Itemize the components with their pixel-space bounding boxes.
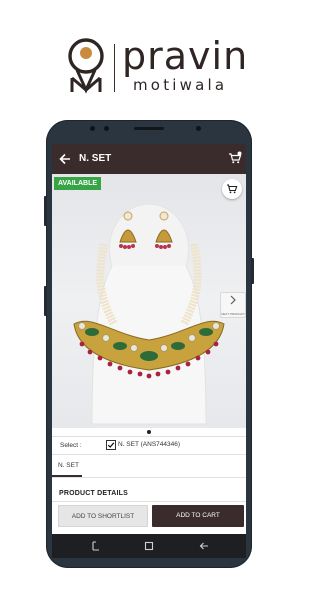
system-nav-bar [52,534,246,558]
image-pager-dot [147,430,151,434]
app-screen: N. SET AVAILABLE NEXT PRODUCT Select: N… [52,144,246,534]
app-bar: N. SET [52,144,246,174]
add-to-cart-fab[interactable] [222,179,242,199]
cart-icon[interactable] [228,151,242,165]
divider [52,501,246,502]
next-product-button[interactable]: NEXT PRODUCT [220,292,246,318]
add-to-shortlist-button[interactable]: ADD TO SHORTLIST [58,505,148,527]
phone-button [251,258,254,284]
brand-subtitle: motiwala [133,76,228,94]
chevron-right-icon [230,295,236,305]
brand-divider [114,44,115,92]
phone-sensor [196,126,201,131]
page-title: N. SET [79,153,112,164]
brand-header: pravin motiwala [0,0,300,112]
recent-apps-icon[interactable] [90,540,102,552]
necklace-set-image [73,203,225,425]
next-product-label: NEXT PRODUCT [221,312,245,316]
divider [52,477,246,478]
availability-badge: AVAILABLE [54,177,102,190]
divider [52,454,246,455]
add-to-cart-button[interactable]: ADD TO CART [152,505,244,527]
phone-button [44,286,47,316]
cart-icon [227,184,238,194]
divider [52,436,246,437]
phone-sensor [104,126,109,131]
product-image[interactable]: AVAILABLE NEXT PRODUCT [52,174,246,428]
variant-checkbox[interactable] [106,440,116,450]
product-details-heading[interactable]: PRODUCT DETAILS [59,490,128,497]
home-icon[interactable] [143,540,155,552]
phone-speaker [134,127,164,130]
tab-n-set[interactable]: N. SET [58,462,79,469]
select-label: Select : [60,442,82,449]
arrow-left-icon[interactable] [58,152,72,166]
logo-icon [68,38,104,94]
variant-option-label: N. SET (ANS744346) [118,441,181,448]
brand-name: pravin [122,34,249,78]
phone-camera [90,126,95,131]
phone-button [44,196,47,226]
back-icon[interactable] [198,540,210,552]
checkmark-icon [107,442,115,448]
